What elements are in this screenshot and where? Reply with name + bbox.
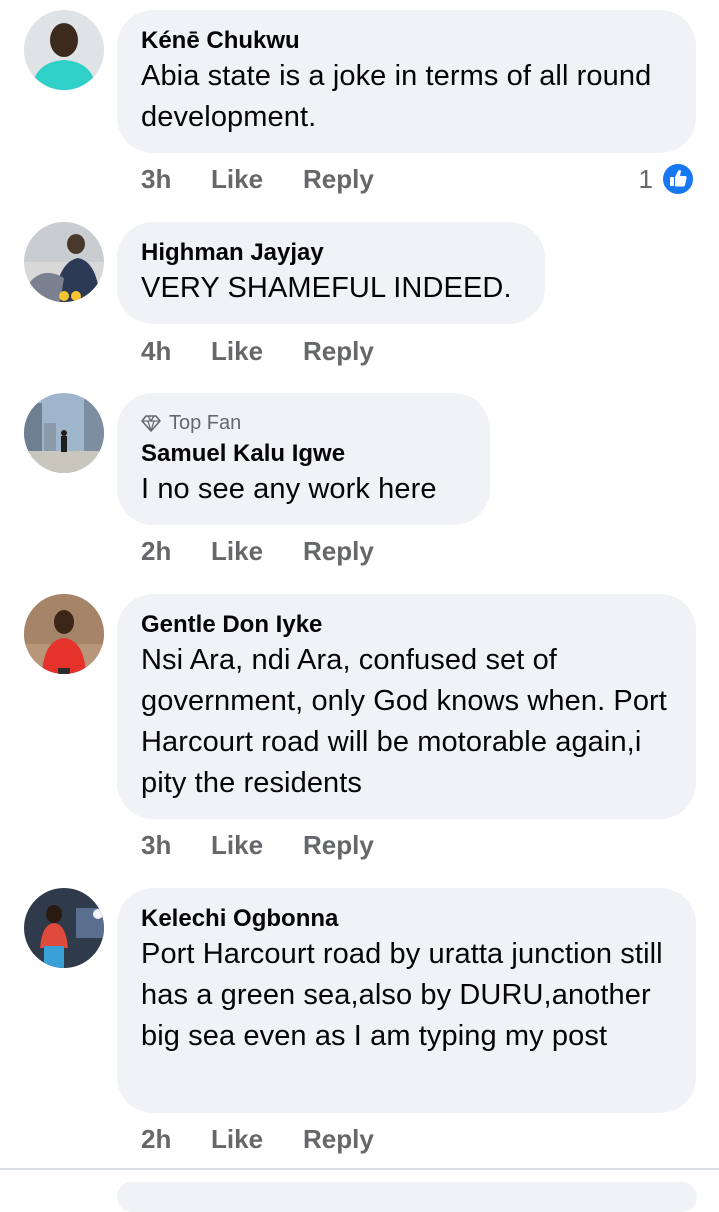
- comment-author[interactable]: Samuel Kalu Igwe: [141, 439, 466, 469]
- comment-bubble: Kénē Chukwu Abia state is a joke in term…: [117, 10, 696, 153]
- avatar-photo: [24, 393, 104, 473]
- like-button[interactable]: Like: [211, 536, 303, 567]
- comment-time[interactable]: 3h: [141, 164, 211, 195]
- avatar-photo: [24, 222, 104, 302]
- avatar-photo: [24, 594, 104, 674]
- like-button[interactable]: Like: [211, 164, 303, 195]
- reply-button[interactable]: Reply: [303, 536, 374, 567]
- reaction-summary[interactable]: 1: [639, 162, 695, 196]
- comment-actions: 2h Like Reply: [141, 1124, 374, 1155]
- reply-button[interactable]: Reply: [303, 1124, 374, 1155]
- comment-bubble: Highman Jayjay VERY SHAMEFUL INDEED.: [117, 222, 545, 324]
- diamond-icon: [141, 415, 161, 432]
- avatar-photo: [24, 10, 104, 90]
- reply-button[interactable]: Reply: [303, 830, 374, 861]
- like-button[interactable]: Like: [211, 336, 303, 367]
- comment-actions: 3h Like Reply: [141, 164, 374, 195]
- comment-actions: 4h Like Reply: [141, 336, 374, 367]
- comment-text: Nsi Ara, ndi Ara, confused set of govern…: [141, 644, 667, 799]
- comment-author[interactable]: Highman Jayjay: [141, 238, 521, 268]
- comment-text: VERY SHAMEFUL INDEED.: [141, 272, 512, 304]
- like-button[interactable]: Like: [211, 1124, 303, 1155]
- comment-time[interactable]: 2h: [141, 1124, 211, 1155]
- avatar[interactable]: [24, 10, 104, 90]
- avatar[interactable]: [24, 594, 104, 674]
- comment-time[interactable]: 2h: [141, 536, 211, 567]
- comment-text: Port Harcourt road by uratta junction st…: [141, 938, 663, 1052]
- like-button[interactable]: Like: [211, 830, 303, 861]
- avatar[interactable]: [24, 393, 104, 473]
- comment-time[interactable]: 3h: [141, 830, 211, 861]
- reply-button[interactable]: Reply: [303, 164, 374, 195]
- divider: [0, 1168, 719, 1170]
- top-fan-badge: Top Fan: [141, 411, 466, 435]
- comment-time[interactable]: 4h: [141, 336, 211, 367]
- comment-author[interactable]: Gentle Don Iyke: [141, 610, 672, 640]
- comment-author[interactable]: Kelechi Ogbonna: [141, 904, 672, 934]
- like-reaction-icon: [661, 162, 695, 196]
- reaction-count: 1: [638, 163, 653, 194]
- comment-actions: 2h Like Reply: [141, 536, 374, 567]
- comment-text: I no see any work here: [141, 473, 437, 505]
- avatar-photo: [24, 888, 104, 968]
- comment-author[interactable]: Kénē Chukwu: [141, 26, 672, 56]
- avatar[interactable]: [24, 888, 104, 968]
- comment-bubble: Top Fan Samuel Kalu Igwe I no see any wo…: [117, 393, 490, 525]
- comment-text: Abia state is a joke in terms of all rou…: [141, 60, 652, 133]
- avatar[interactable]: [24, 222, 104, 302]
- comment-bubble: Kelechi Ogbonna Port Harcourt road by ur…: [117, 888, 696, 1113]
- next-comment-bubble-partial: [117, 1182, 697, 1212]
- comment-actions: 3h Like Reply: [141, 830, 374, 861]
- badge-label: Top Fan: [169, 411, 242, 434]
- comment-bubble: Gentle Don Iyke Nsi Ara, ndi Ara, confus…: [117, 594, 696, 819]
- reply-button[interactable]: Reply: [303, 336, 374, 367]
